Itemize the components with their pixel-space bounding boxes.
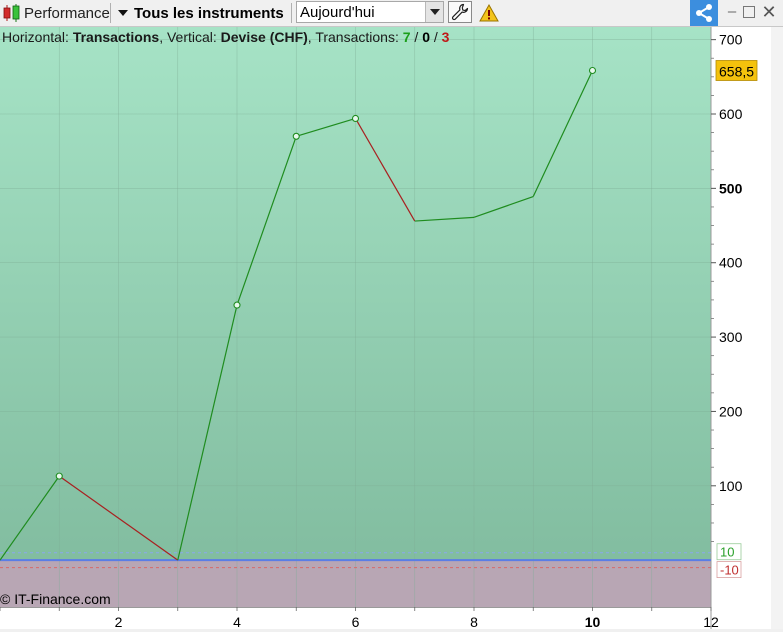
y-tick-label: 300 xyxy=(719,329,743,345)
wrench-icon xyxy=(451,3,469,21)
instruments-label: Tous les instruments xyxy=(134,4,284,22)
dropdown-arrow-icon xyxy=(118,10,128,16)
instruments-dropdown[interactable]: Tous les instruments xyxy=(112,0,290,26)
warning-icon[interactable] xyxy=(479,4,499,22)
close-icon: ✕ xyxy=(761,2,777,22)
separator-2: / xyxy=(430,29,442,45)
data-point xyxy=(233,301,241,309)
vertical-value: Devise (CHF) xyxy=(220,29,308,45)
y-tick-label: 400 xyxy=(719,255,743,271)
maximize-button[interactable] xyxy=(743,6,755,18)
wins-count: 7 xyxy=(402,29,411,45)
scrollbar[interactable] xyxy=(771,27,783,629)
x-tick-label: 6 xyxy=(352,614,360,629)
share-icon xyxy=(696,4,712,22)
y-tick-label: 200 xyxy=(719,403,743,419)
x-tick-label: 12 xyxy=(703,614,719,629)
candlestick-icon xyxy=(3,4,20,22)
data-point xyxy=(351,114,360,123)
toolbar-separator xyxy=(110,3,111,23)
chart-area: 100 200 300 400 500 600 700 10 -10 2 4 6 8 10 12 658,… xyxy=(0,27,783,630)
vertical-prefix: , Vertical: xyxy=(159,29,221,45)
data-point xyxy=(292,132,300,140)
chart-header: Horizontal: Transactions, Vertical: Devi… xyxy=(2,29,449,45)
share-button[interactable] xyxy=(690,0,718,26)
date-select[interactable]: Aujourd'hui xyxy=(296,1,444,23)
close-button[interactable]: ✕ xyxy=(760,2,778,22)
minimize-icon: – xyxy=(727,3,737,20)
y-tick-label: 100 xyxy=(719,478,743,494)
copyright-text: © IT-Finance.com xyxy=(0,591,111,607)
chevron-down-icon[interactable] xyxy=(425,2,443,22)
minimize-button[interactable]: – xyxy=(724,4,740,20)
data-point xyxy=(55,472,63,480)
x-tick-label: 4 xyxy=(233,614,241,629)
separator-1: / xyxy=(410,29,423,45)
x-tick-label: 8 xyxy=(470,614,478,629)
horizontal-prefix: Horizontal: xyxy=(2,29,73,45)
settings-button[interactable] xyxy=(448,1,472,23)
y-tick-label: 500 xyxy=(719,180,743,196)
toolbar-separator xyxy=(291,3,292,23)
performance-chart: 100 200 300 400 500 600 700 10 -10 2 4 6 8 10 12 658,… xyxy=(0,27,771,630)
toolbar: Performance Tous les instruments Aujourd… xyxy=(0,0,783,27)
x-tick-label: 10 xyxy=(585,614,601,629)
upper-band-label: 10 xyxy=(720,545,734,560)
y-tick-label: 600 xyxy=(719,106,743,122)
losses-count: 3 xyxy=(441,29,450,45)
date-select-value: Aujourd'hui xyxy=(300,3,375,21)
data-point xyxy=(588,66,597,75)
horizontal-value: Transactions xyxy=(72,29,160,45)
last-value-label: 658,5 xyxy=(719,64,754,80)
y-tick-label: 700 xyxy=(719,32,743,48)
lower-band-label: -10 xyxy=(720,563,739,578)
x-tick-label: 2 xyxy=(115,614,123,629)
performance-label: Performance xyxy=(24,4,110,22)
performance-button[interactable]: Performance xyxy=(0,0,110,26)
transactions-prefix: , Transactions: xyxy=(307,29,403,45)
neutral-count: 0 xyxy=(422,29,430,45)
